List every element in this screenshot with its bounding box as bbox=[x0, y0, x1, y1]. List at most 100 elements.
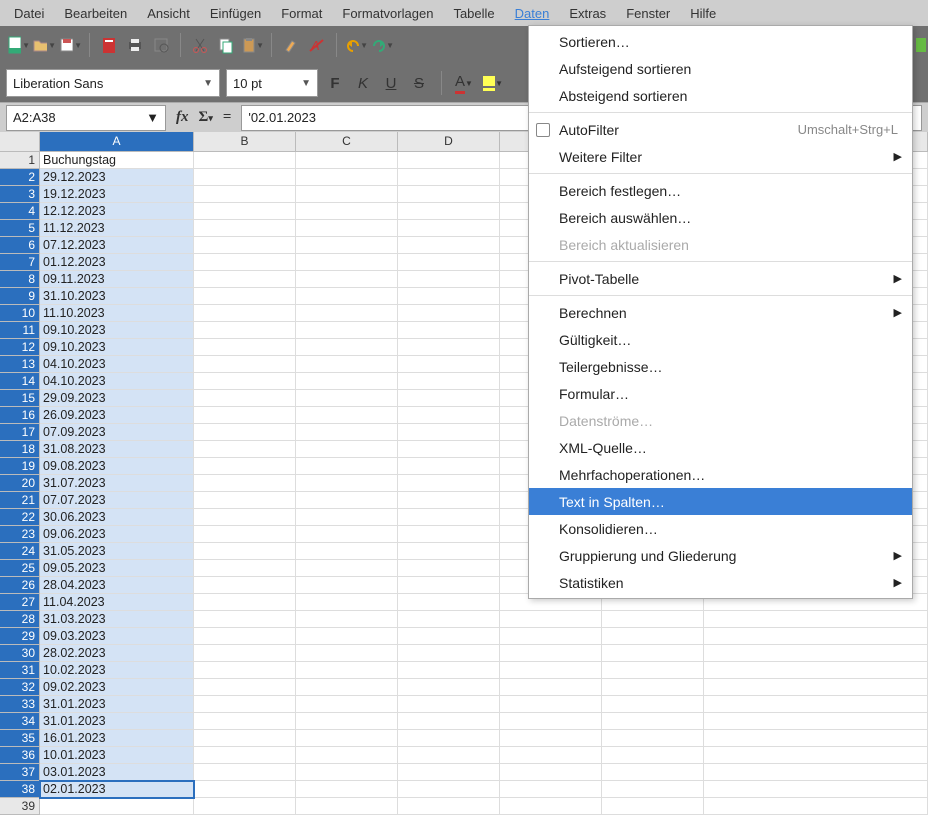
row-header[interactable]: 14 bbox=[0, 373, 40, 390]
cell[interactable] bbox=[194, 237, 296, 254]
cell[interactable] bbox=[194, 645, 296, 662]
cell[interactable] bbox=[194, 441, 296, 458]
cell[interactable] bbox=[194, 390, 296, 407]
cell[interactable] bbox=[296, 611, 398, 628]
row-header[interactable]: 13 bbox=[0, 356, 40, 373]
menu-item[interactable]: XML-Quelle… bbox=[529, 434, 912, 461]
cell[interactable] bbox=[194, 169, 296, 186]
cell[interactable] bbox=[602, 781, 704, 798]
cell[interactable] bbox=[704, 798, 928, 815]
cell[interactable] bbox=[602, 764, 704, 781]
cell[interactable] bbox=[398, 186, 500, 203]
cell[interactable] bbox=[194, 781, 296, 798]
cell[interactable]: 31.10.2023 bbox=[40, 288, 194, 305]
cell[interactable] bbox=[296, 407, 398, 424]
cell[interactable] bbox=[398, 509, 500, 526]
cell[interactable] bbox=[500, 781, 602, 798]
menu-item[interactable]: Mehrfachoperationen… bbox=[529, 461, 912, 488]
cell[interactable] bbox=[398, 696, 500, 713]
equals-button[interactable]: = bbox=[219, 109, 236, 126]
select-all-corner[interactable] bbox=[0, 132, 40, 152]
bold-button[interactable]: F bbox=[324, 72, 346, 94]
cell[interactable] bbox=[296, 798, 398, 815]
column-header[interactable]: A bbox=[40, 132, 194, 152]
clear-format-icon[interactable]: A bbox=[305, 33, 329, 57]
row-header[interactable]: 5 bbox=[0, 220, 40, 237]
cell[interactable] bbox=[296, 169, 398, 186]
menu-item[interactable]: Gültigkeit… bbox=[529, 326, 912, 353]
row-header[interactable]: 15 bbox=[0, 390, 40, 407]
cell[interactable]: 31.08.2023 bbox=[40, 441, 194, 458]
cell[interactable]: 16.01.2023 bbox=[40, 730, 194, 747]
cell[interactable] bbox=[194, 356, 296, 373]
cell[interactable]: 29.12.2023 bbox=[40, 169, 194, 186]
cell[interactable] bbox=[194, 186, 296, 203]
row-header[interactable]: 2 bbox=[0, 169, 40, 186]
cell[interactable] bbox=[194, 713, 296, 730]
cell[interactable] bbox=[296, 543, 398, 560]
cell[interactable] bbox=[704, 662, 928, 679]
menu-item[interactable]: Sortieren… bbox=[529, 28, 912, 55]
cell[interactable] bbox=[398, 390, 500, 407]
menu-item[interactable]: Bereich auswählen… bbox=[529, 204, 912, 231]
cell[interactable] bbox=[704, 679, 928, 696]
cell[interactable] bbox=[194, 543, 296, 560]
cell[interactable] bbox=[296, 645, 398, 662]
cell[interactable] bbox=[194, 747, 296, 764]
cell[interactable] bbox=[296, 203, 398, 220]
cell[interactable]: 09.02.2023 bbox=[40, 679, 194, 696]
cell[interactable] bbox=[296, 730, 398, 747]
row-header[interactable]: 23 bbox=[0, 526, 40, 543]
cell[interactable] bbox=[500, 713, 602, 730]
cell[interactable] bbox=[704, 730, 928, 747]
menu-bearbeiten[interactable]: Bearbeiten bbox=[54, 2, 137, 25]
cell[interactable] bbox=[296, 628, 398, 645]
cell[interactable] bbox=[194, 458, 296, 475]
row-header[interactable]: 11 bbox=[0, 322, 40, 339]
menu-item[interactable]: Statistiken▶ bbox=[529, 569, 912, 596]
cell[interactable] bbox=[602, 679, 704, 696]
cell[interactable]: 07.12.2023 bbox=[40, 237, 194, 254]
cell[interactable]: 31.01.2023 bbox=[40, 713, 194, 730]
cell[interactable] bbox=[296, 713, 398, 730]
cell[interactable] bbox=[194, 662, 296, 679]
cell[interactable] bbox=[296, 152, 398, 169]
cell[interactable] bbox=[194, 798, 296, 815]
row-header[interactable]: 34 bbox=[0, 713, 40, 730]
cell[interactable]: 26.09.2023 bbox=[40, 407, 194, 424]
cell[interactable] bbox=[398, 271, 500, 288]
cell[interactable] bbox=[500, 730, 602, 747]
cell[interactable] bbox=[398, 628, 500, 645]
cell[interactable]: 11.04.2023 bbox=[40, 594, 194, 611]
cell[interactable] bbox=[296, 458, 398, 475]
cell[interactable] bbox=[500, 628, 602, 645]
cell[interactable] bbox=[602, 696, 704, 713]
cell[interactable] bbox=[194, 594, 296, 611]
cell[interactable] bbox=[398, 526, 500, 543]
column-header[interactable]: B bbox=[194, 132, 296, 152]
cell[interactable] bbox=[296, 696, 398, 713]
cell[interactable] bbox=[194, 475, 296, 492]
cell[interactable]: 10.02.2023 bbox=[40, 662, 194, 679]
cell[interactable] bbox=[296, 560, 398, 577]
row-header[interactable]: 18 bbox=[0, 441, 40, 458]
cell[interactable]: 09.10.2023 bbox=[40, 322, 194, 339]
cell[interactable] bbox=[398, 356, 500, 373]
cell[interactable] bbox=[398, 339, 500, 356]
menu-item[interactable]: AutoFilterUmschalt+Strg+L bbox=[529, 116, 912, 143]
cell[interactable] bbox=[704, 781, 928, 798]
menu-einfügen[interactable]: Einfügen bbox=[200, 2, 271, 25]
cell[interactable] bbox=[194, 696, 296, 713]
cell[interactable] bbox=[398, 152, 500, 169]
column-header[interactable]: D bbox=[398, 132, 500, 152]
cell[interactable] bbox=[296, 424, 398, 441]
menu-daten[interactable]: Daten bbox=[505, 2, 560, 25]
cell[interactable] bbox=[398, 679, 500, 696]
cell[interactable] bbox=[296, 679, 398, 696]
cell[interactable] bbox=[398, 798, 500, 815]
cell[interactable]: 28.02.2023 bbox=[40, 645, 194, 662]
cell[interactable]: 07.09.2023 bbox=[40, 424, 194, 441]
menu-item[interactable]: Weitere Filter▶ bbox=[529, 143, 912, 170]
cell[interactable] bbox=[194, 339, 296, 356]
cell[interactable] bbox=[194, 560, 296, 577]
